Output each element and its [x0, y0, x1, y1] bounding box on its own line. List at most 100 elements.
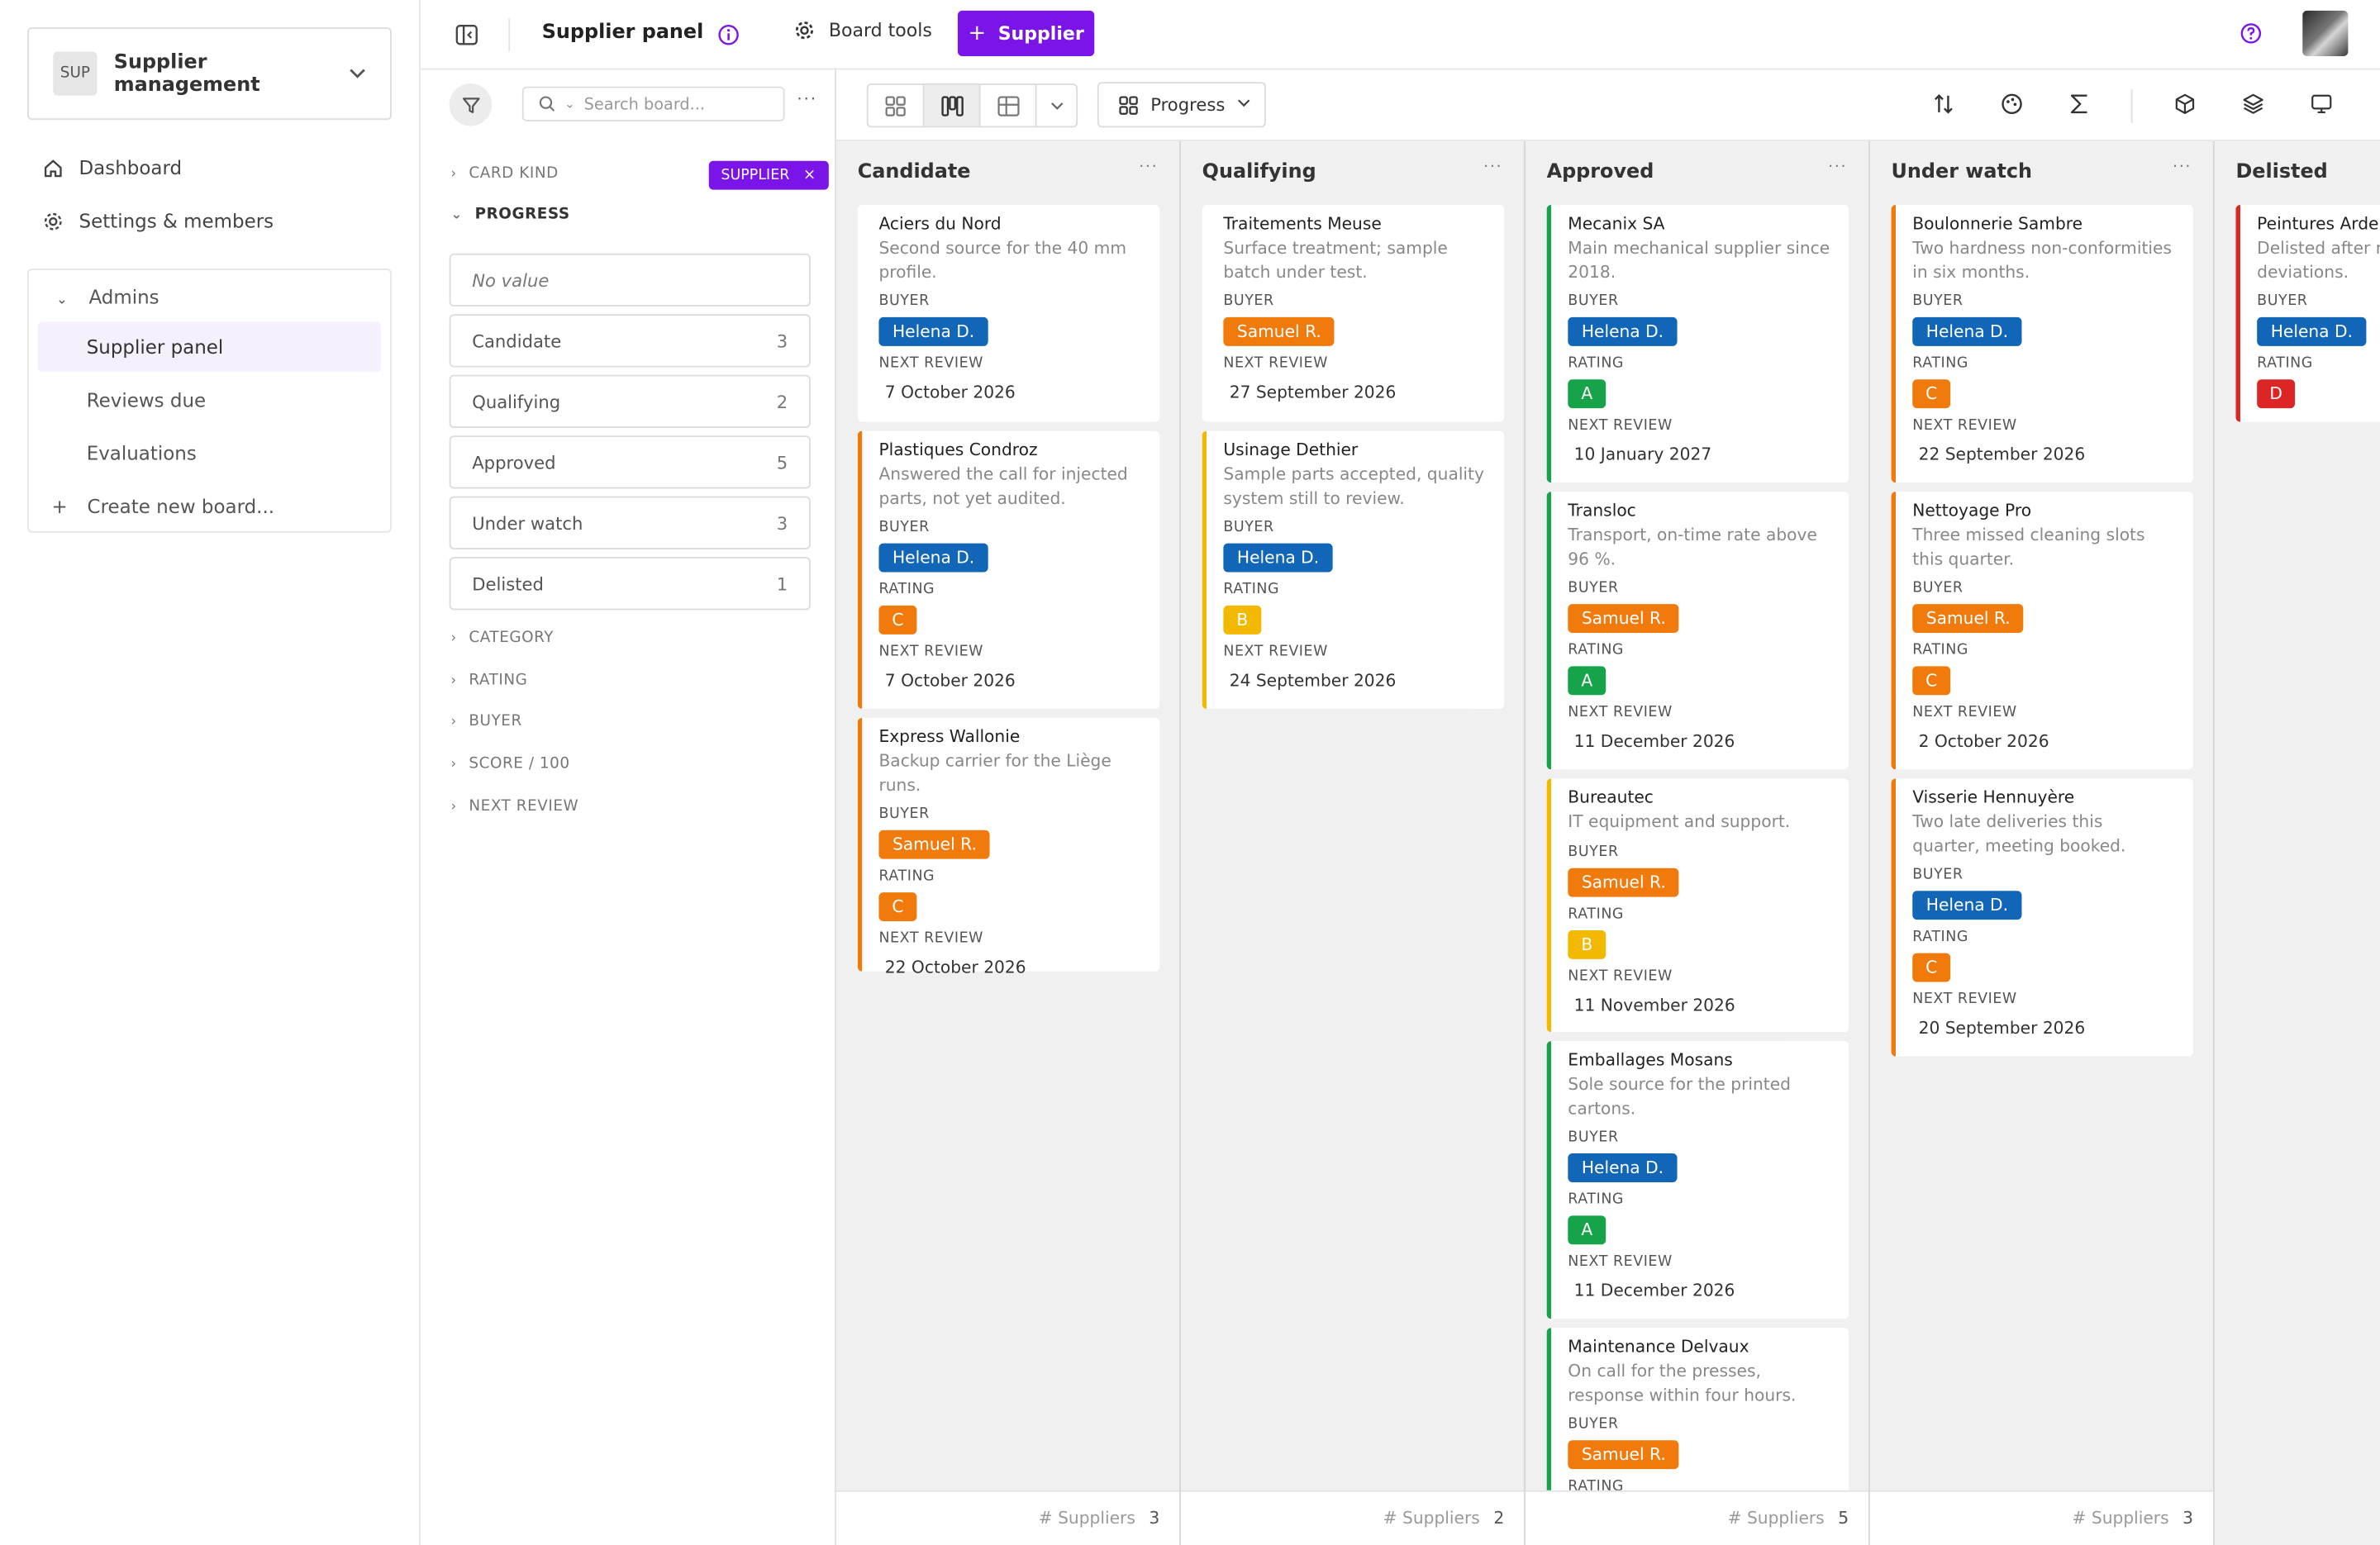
group-header[interactable]: ⌄ Admins — [56, 285, 159, 308]
column-footer: # Suppliers 5 — [1525, 1490, 1868, 1545]
add-supplier-button[interactable]: + Supplier — [957, 10, 1095, 56]
filter-label: RATING — [469, 672, 528, 689]
buyer-label: BUYER — [1568, 579, 1619, 597]
filter-rating[interactable]: › RATING — [450, 673, 527, 689]
card-description: On call for the presses, response within… — [1568, 1361, 1797, 1405]
cube-icon[interactable] — [2173, 93, 2197, 121]
card-title: Traitements Meuse — [1223, 214, 1382, 234]
color-icon[interactable] — [2001, 93, 2024, 121]
supplier-card[interactable]: Mecanix SA Main mechanical supplier sinc… — [1546, 204, 1849, 483]
footer-label: # Suppliers — [1383, 1508, 1480, 1528]
supplier-card[interactable]: Peintures Ardennes Delisted after repeat… — [2235, 204, 2380, 422]
buyer-tag: Samuel R. — [1568, 867, 1680, 896]
filter-score[interactable]: › SCORE / 100 — [450, 756, 569, 772]
nav-dashboard-label: Dashboard — [79, 156, 183, 179]
more-options-icon[interactable]: ··· — [1483, 159, 1502, 176]
supplier-card[interactable]: Plastiques Condroz Answered the call for… — [857, 430, 1160, 709]
layers-icon[interactable] — [2242, 93, 2265, 121]
progress-option-under-watch[interactable]: Under watch 3 — [449, 496, 811, 549]
supplier-card[interactable]: Bureautec IT equipment and support. BUYE… — [1546, 778, 1849, 1033]
column-title: Candidate — [857, 160, 971, 184]
filter-buyer[interactable]: › BUYER — [450, 713, 521, 730]
more-options-icon[interactable]: ··· — [2173, 159, 2192, 176]
search-placeholder: Search board... — [583, 94, 706, 113]
search-board-input[interactable]: ⌄ Search board... — [521, 86, 785, 121]
progress-option-no-value[interactable]: No value — [449, 253, 811, 307]
board-link-reviews-due[interactable]: Reviews due — [38, 375, 381, 425]
supplier-card[interactable]: Transloc Transport, on-time rate above 9… — [1546, 492, 1849, 770]
view-table-button[interactable] — [981, 84, 1037, 126]
sidebar-toggle-icon[interactable] — [455, 23, 478, 52]
option-label: Qualifying — [472, 391, 561, 412]
supplier-card[interactable]: Aciers du Nord Second source for the 40 … — [857, 204, 1160, 422]
option-label: Delisted — [472, 573, 544, 595]
filter-card-kind[interactable]: › CARD KIND — [450, 165, 558, 182]
progress-option-approved[interactable]: Approved 5 — [449, 435, 811, 489]
supplier-card[interactable]: Boulonnerie Sambre Two hardness non-conf… — [1891, 204, 2194, 483]
column-footer: # Suppliers 2 — [1180, 1490, 1525, 1545]
card-title: Emballages Mosans — [1568, 1050, 1733, 1071]
rating-label: RATING — [1223, 581, 1280, 598]
rating-badge: A — [1568, 666, 1606, 696]
buyer-label: BUYER — [1568, 1129, 1619, 1146]
option-label: No value — [472, 269, 550, 291]
card-description: Second source for the 40 mm profile. — [878, 238, 1127, 282]
info-icon[interactable] — [718, 23, 740, 52]
filter-progress[interactable]: ⌄ PROGRESS — [450, 207, 569, 223]
chevron-down-icon: ⌄ — [564, 97, 575, 112]
workspace-switcher[interactable]: SUP Supplier management — [27, 27, 392, 121]
home-icon — [42, 157, 64, 178]
column-delisted: Delisted ··· Peintures Ardennes Delisted… — [2215, 141, 2380, 1545]
view-more-button[interactable] — [1036, 85, 1076, 126]
sidebar: SUP Supplier management Dashboard Settin… — [0, 0, 421, 1545]
progress-option-candidate[interactable]: Candidate 3 — [449, 314, 811, 368]
next-review-label: NEXT REVIEW — [1568, 1253, 1673, 1271]
filter-next-review[interactable]: › NEXT REVIEW — [450, 798, 578, 815]
sum-icon[interactable] — [2068, 93, 2090, 121]
buyer-label: BUYER — [878, 519, 930, 536]
next-review-label: NEXT REVIEW — [1912, 417, 2017, 435]
buyer-tag: Helena D. — [878, 316, 988, 346]
board-tools-button[interactable]: Board tools — [794, 20, 932, 41]
supplier-card[interactable]: Emballages Mosans Sole source for the pr… — [1546, 1041, 1849, 1319]
footer-label: # Suppliers — [1038, 1508, 1135, 1528]
option-count: 5 — [776, 451, 788, 473]
filter-button[interactable] — [449, 83, 493, 126]
nav-dashboard[interactable]: Dashboard — [42, 156, 182, 179]
supplier-card[interactable]: Visserie Hennuyère Two late deliveries t… — [1891, 778, 2194, 1057]
close-icon[interactable]: × — [803, 167, 816, 183]
supplier-card[interactable]: Maintenance Delvaux On call for the pres… — [1546, 1328, 1849, 1510]
monitor-icon[interactable] — [2310, 93, 2333, 121]
card-kind-chip[interactable]: SUPPLIER × — [708, 160, 828, 190]
more-options-icon[interactable]: ··· — [1139, 159, 1158, 176]
sort-icon[interactable] — [1932, 93, 1955, 121]
user-avatar[interactable] — [2302, 10, 2349, 56]
buyer-tag: Helena D. — [1912, 891, 2022, 920]
next-review-label: NEXT REVIEW — [1568, 967, 1673, 985]
next-review-date: 7 October 2026 — [884, 670, 1016, 691]
option-count: 2 — [776, 391, 788, 412]
more-options-icon[interactable]: ··· — [797, 89, 817, 109]
progress-option-delisted[interactable]: Delisted 1 — [449, 557, 811, 611]
nav-settings[interactable]: Settings & members — [42, 209, 274, 232]
chevron-right-icon: › — [450, 630, 457, 646]
help-icon[interactable] — [2240, 21, 2262, 50]
board-link-evaluations[interactable]: Evaluations — [38, 428, 381, 478]
board-link-supplier-panel[interactable]: Supplier panel — [37, 321, 382, 373]
filter-category[interactable]: › CATEGORY — [450, 630, 554, 646]
next-review-date: 20 September 2026 — [1918, 1018, 2086, 1039]
card-kind-chip-label: SUPPLIER — [721, 167, 790, 184]
buyer-label: BUYER — [1912, 579, 1963, 597]
create-board-link[interactable]: + Create new board... — [51, 495, 274, 518]
supplier-card[interactable]: Usinage Dethier Sample parts accepted, q… — [1202, 430, 1505, 709]
supplier-card[interactable]: Nettoyage Pro Three missed cleaning slot… — [1891, 492, 2194, 770]
more-options-icon[interactable]: ··· — [1828, 159, 1847, 176]
progress-option-qualifying[interactable]: Qualifying 2 — [449, 374, 811, 429]
view-kanban-button[interactable] — [924, 84, 981, 126]
group-by-select[interactable]: Progress — [1097, 82, 1266, 128]
supplier-card[interactable]: Express Wallonie Backup carrier for the … — [857, 717, 1160, 977]
supplier-card[interactable]: Traitements Meuse Surface treatment; sam… — [1202, 204, 1505, 422]
next-review-date: 11 December 2026 — [1573, 731, 1735, 752]
view-grid-button[interactable] — [869, 84, 925, 126]
rating-badge: A — [1568, 1215, 1606, 1245]
